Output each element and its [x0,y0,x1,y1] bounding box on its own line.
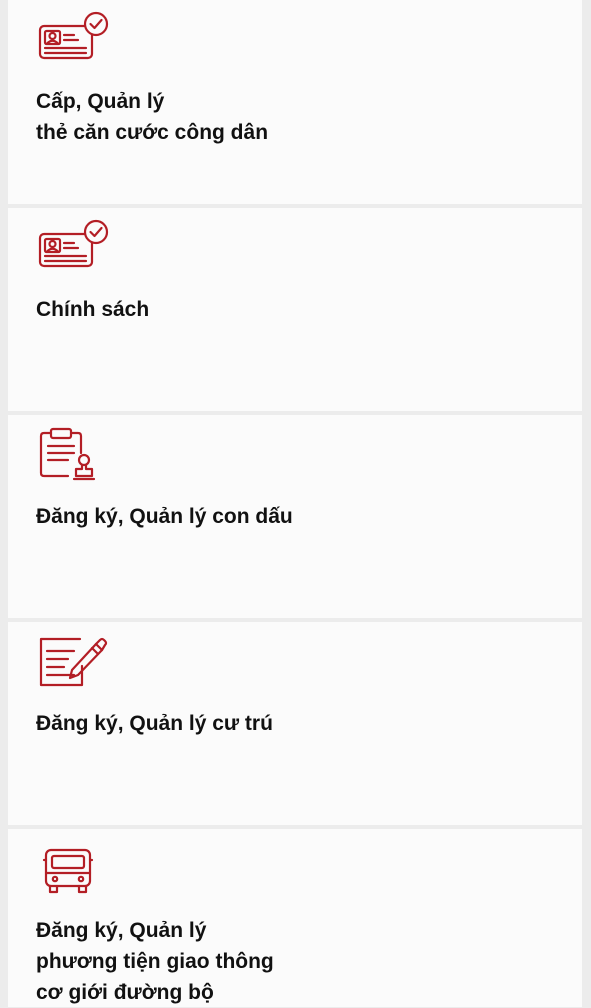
service-card-residence[interactable]: Đăng ký, Quản lý cư trú [8,622,582,825]
service-card-vehicle[interactable]: Đăng ký, Quản lý phương tiện giao thông … [8,829,582,1007]
service-label: Chính sách [36,298,150,321]
service-card-seal[interactable]: Đăng ký, Quản lý con dấu [8,415,582,618]
service-list: Cấp, Quản lý thẻ căn cước công dân Chính… [0,0,591,1007]
service-card-policy[interactable]: Chính sách [8,208,582,411]
id-card-check-icon [38,10,110,66]
service-label: Đăng ký, Quản lý con dấu [36,505,293,528]
id-card-check-icon [38,218,110,274]
clipboard-stamp-icon [38,425,110,481]
service-card-citizen-id[interactable]: Cấp, Quản lý thẻ căn cước công dân [8,0,582,204]
document-pen-icon [38,632,110,688]
service-label: Đăng ký, Quản lý phương tiện giao thông … [36,919,274,1004]
service-label: Cấp, Quản lý thẻ căn cước công dân [36,90,269,144]
service-label: Đăng ký, Quản lý cư trú [36,712,273,735]
vehicle-icon [38,839,110,895]
